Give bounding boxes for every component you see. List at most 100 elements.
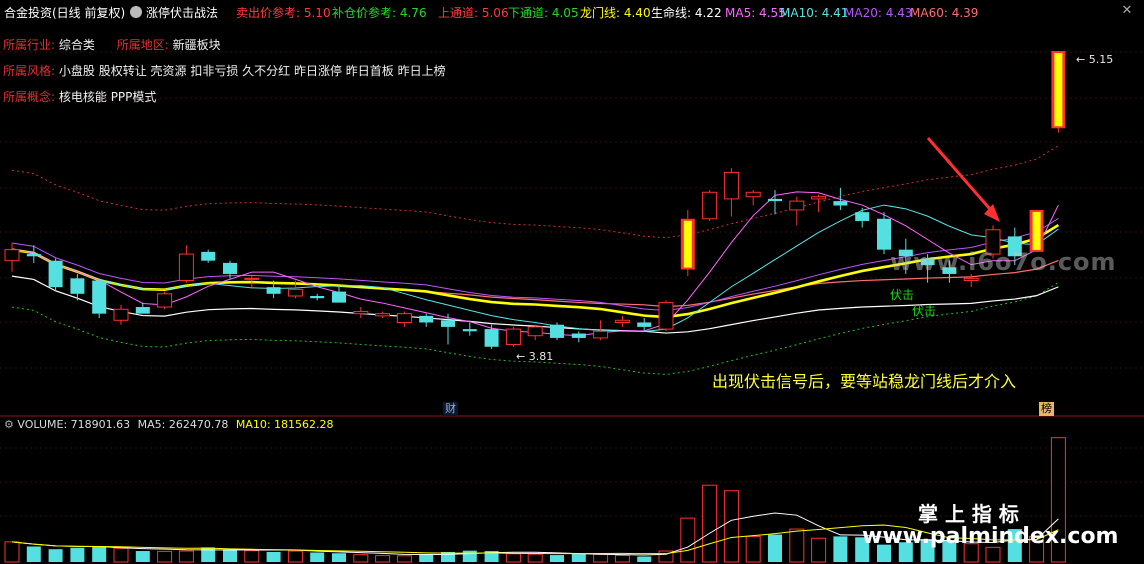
candle-body bbox=[113, 308, 129, 321]
concept-label: 所属概念: bbox=[3, 90, 56, 104]
limit-up-fill bbox=[1032, 211, 1041, 250]
volume-bar bbox=[637, 556, 652, 562]
volume-bar bbox=[702, 484, 718, 563]
info-style: 所属风格: 小盘股 股权转让 壳资源 扣非亏损 久不分红 昨日涨停 昨日首板 昨… bbox=[3, 64, 446, 78]
candle-body bbox=[462, 329, 477, 332]
volume-bar bbox=[353, 554, 369, 563]
industry-label: 所属行业: bbox=[3, 38, 56, 52]
volume-bar bbox=[113, 547, 129, 563]
volume-bar bbox=[571, 553, 586, 562]
region-value: 新疆板块 bbox=[172, 38, 221, 52]
volume-bar bbox=[745, 535, 761, 563]
strategy-name[interactable]: 涨停伏击战法 bbox=[146, 6, 218, 20]
volume-ma10: MA10: 181562.28 bbox=[235, 418, 334, 431]
longmen-line: 龙门线: 4.40 bbox=[580, 6, 651, 20]
watermark-brand: 掌 上 指 标 bbox=[918, 502, 1019, 526]
candle-body bbox=[658, 302, 674, 330]
volume-bar bbox=[332, 553, 346, 562]
candle-body bbox=[637, 322, 652, 327]
volume-value: VOLUME: 718901.63 bbox=[17, 418, 131, 431]
volume-ma5: MA5: 262470.78 bbox=[137, 418, 229, 431]
volume-bar bbox=[244, 550, 260, 563]
style-value: 小盘股 股权转让 壳资源 扣非亏损 久不分红 昨日涨停 昨日首板 昨日上榜 bbox=[58, 64, 446, 78]
region-label: 所属地区: bbox=[116, 38, 169, 52]
limit-up-fill bbox=[1054, 53, 1063, 127]
rank-marker[interactable]: 榜 bbox=[1039, 402, 1054, 416]
candle-body bbox=[550, 324, 564, 338]
candle-body bbox=[614, 319, 630, 323]
volume-bar bbox=[26, 546, 41, 562]
volume-bar bbox=[4, 541, 20, 563]
candle-body bbox=[353, 310, 369, 315]
candle-body bbox=[375, 313, 391, 317]
volume-bar bbox=[811, 537, 827, 563]
candle-body bbox=[48, 260, 63, 288]
candle-body bbox=[266, 287, 281, 294]
style-label: 所属风格: bbox=[3, 64, 56, 78]
title-bar: 合金投资(日线 前复权) 涨停伏击战法 卖出价参考: 5.10 补仓价参考: 4… bbox=[0, 0, 1144, 26]
candle-body bbox=[789, 200, 805, 211]
info-concept: 所属概念: 核电核能 PPP模式 bbox=[3, 90, 156, 104]
signal-label: 伏击 bbox=[912, 304, 937, 318]
security-title[interactable]: 合金投资(日线 前复权) bbox=[4, 6, 125, 20]
volume-bar bbox=[157, 550, 173, 563]
volume-bar bbox=[70, 547, 85, 562]
volume-bar bbox=[266, 551, 281, 562]
volume-bar bbox=[48, 549, 63, 562]
candle-body bbox=[135, 307, 150, 314]
candle-body bbox=[441, 320, 455, 327]
volume-bar bbox=[462, 550, 477, 562]
high-price-label: ← 5.15 bbox=[1076, 53, 1114, 66]
buy-ref: 补仓价参考: 4.76 bbox=[332, 6, 427, 20]
candle-body bbox=[702, 191, 718, 220]
ma20-value: MA20: 4.43 bbox=[844, 6, 913, 20]
limit-up-fill bbox=[683, 220, 692, 268]
gear-icon[interactable] bbox=[130, 6, 142, 18]
volume-bar bbox=[833, 536, 848, 562]
candle-body bbox=[201, 251, 216, 261]
ma10-value: MA10: 4.41 bbox=[780, 6, 849, 20]
candle-body bbox=[70, 278, 85, 294]
candle-body bbox=[419, 315, 434, 323]
volume-bar bbox=[614, 554, 630, 563]
candle-body bbox=[745, 191, 761, 198]
candle-body bbox=[768, 198, 782, 202]
watermark-url: www.palmindex.com bbox=[862, 524, 1119, 549]
volume-bar bbox=[419, 553, 434, 562]
volume-bar bbox=[375, 555, 391, 563]
strategy-annotation: 出现伏击信号后，要等站稳龙门线后才介入 bbox=[712, 372, 1017, 391]
volume-bar bbox=[680, 517, 696, 563]
candle-body bbox=[963, 277, 979, 282]
candle-body bbox=[92, 280, 107, 314]
candle-body bbox=[571, 333, 586, 338]
ma5-value: MA5: 4.55 bbox=[725, 6, 786, 20]
candle-body bbox=[223, 262, 237, 274]
volume-bar bbox=[789, 528, 805, 563]
candle-body bbox=[396, 313, 412, 323]
candle-body bbox=[4, 249, 20, 262]
volume-bar bbox=[550, 555, 564, 562]
kline-chart[interactable] bbox=[0, 0, 1144, 564]
candle-body bbox=[484, 329, 499, 347]
candle-body bbox=[26, 254, 41, 257]
volume-bar bbox=[223, 549, 237, 562]
volume-bar bbox=[92, 547, 107, 562]
candle-body bbox=[855, 212, 870, 221]
volume-bar bbox=[310, 552, 325, 562]
candle-body bbox=[310, 296, 325, 299]
sell-ref: 卖出价参考: 5.10 bbox=[236, 6, 331, 20]
volume-bar bbox=[178, 550, 194, 563]
close-icon[interactable]: ✕ bbox=[1120, 4, 1134, 18]
chart-grid bbox=[0, 51, 1144, 517]
low-price-value: 3.81 bbox=[528, 350, 554, 363]
candle-body bbox=[593, 330, 609, 339]
volume-bar bbox=[723, 490, 739, 563]
ma60-value: MA60: 4.39 bbox=[910, 6, 979, 20]
finance-marker[interactable]: 财 bbox=[443, 402, 458, 416]
low-price-label: ← 3.81 bbox=[516, 350, 554, 363]
candle-body bbox=[332, 291, 346, 303]
gear-icon[interactable]: ⚙ bbox=[4, 418, 14, 431]
signal-label: 伏击 bbox=[890, 288, 915, 302]
candle-body bbox=[833, 201, 848, 206]
volume-header: ⚙ VOLUME: 718901.63 MA5: 262470.78 MA10:… bbox=[4, 418, 334, 431]
